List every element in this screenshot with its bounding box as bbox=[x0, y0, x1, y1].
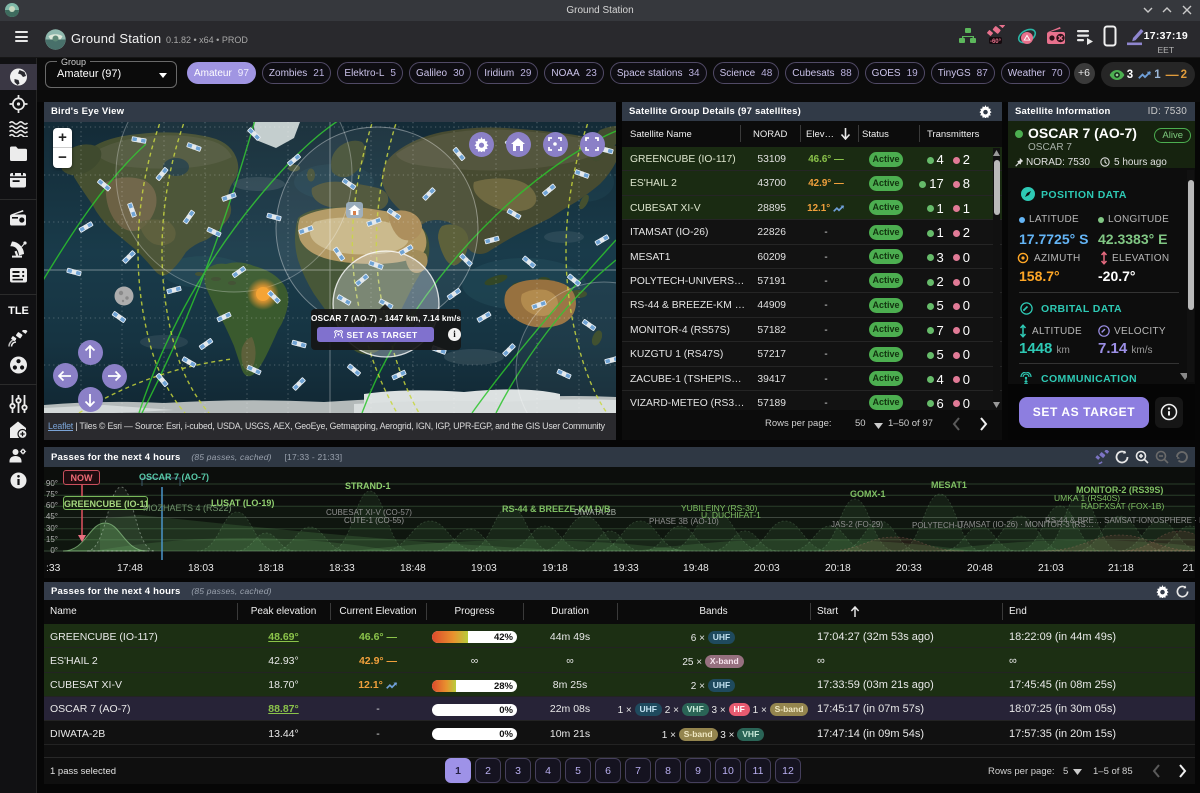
svg-text:-60°: -60° bbox=[990, 39, 1002, 45]
